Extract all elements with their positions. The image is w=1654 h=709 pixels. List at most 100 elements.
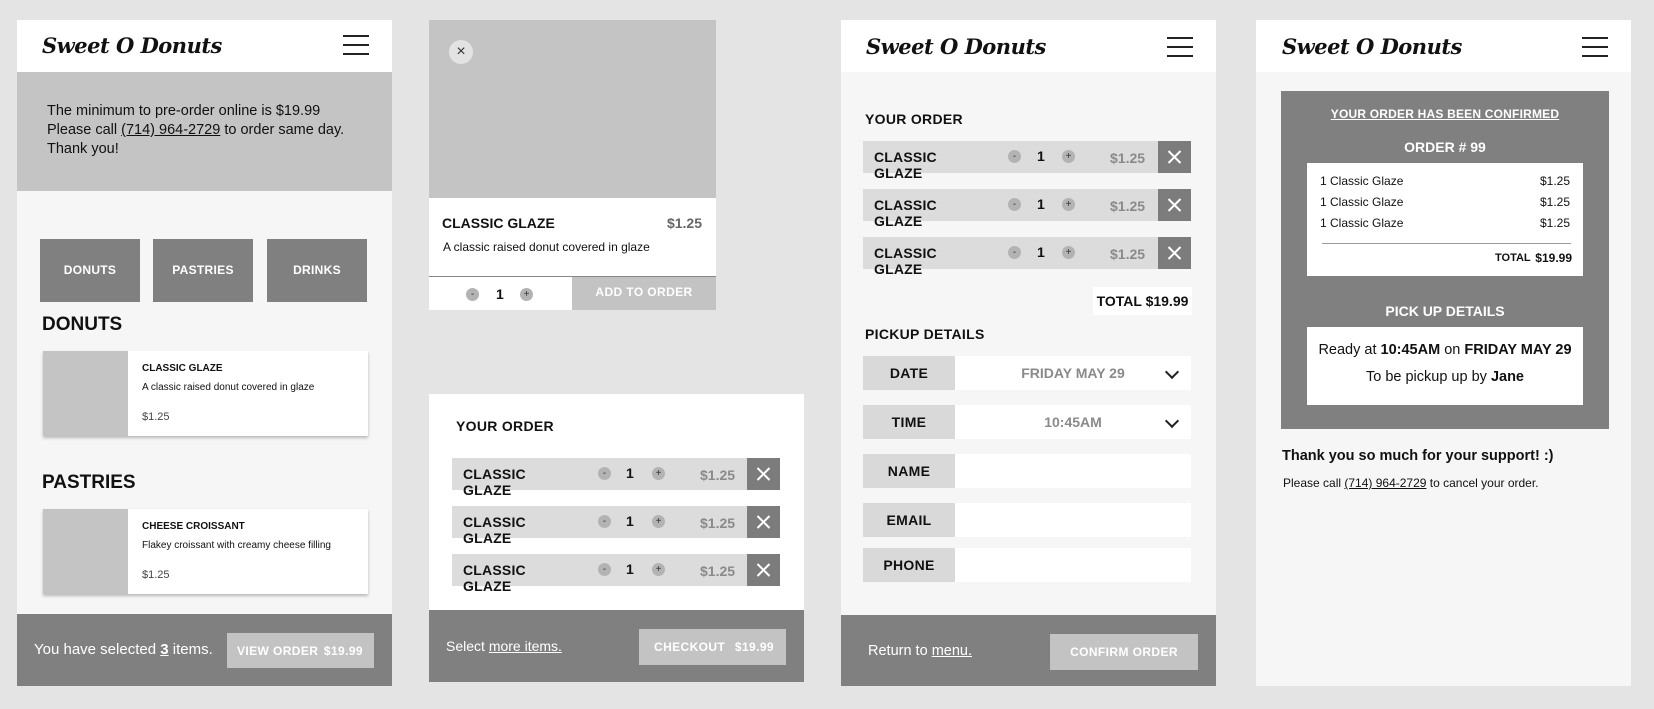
item-image-placeholder: [43, 351, 128, 436]
confirmation-screen: Sweet O Donuts YOUR ORDER HAS BEEN CONFI…: [1256, 20, 1631, 686]
receipt-line-price: $1.25: [1539, 174, 1570, 188]
remove-item-icon[interactable]: [747, 554, 780, 586]
date-value: FRIDAY MAY 29: [1021, 365, 1125, 381]
hamburger-menu-icon[interactable]: [1582, 37, 1608, 57]
increment-button[interactable]: +: [652, 467, 665, 480]
quantity-value: 1: [1037, 196, 1045, 212]
hamburger-menu-icon[interactable]: [343, 35, 369, 55]
section-title-pastries: PASTRIES: [42, 472, 136, 493]
receipt-total-label: TOTAL: [1495, 252, 1531, 264]
quantity-value: 1: [626, 513, 634, 529]
remove-item-icon[interactable]: [1158, 141, 1191, 173]
view-order-total: $19.99: [323, 644, 363, 658]
brand-logo[interactable]: Sweet O Donuts: [866, 34, 1046, 59]
order-item-price: $1.25: [700, 563, 736, 579]
confirm-order-button[interactable]: CONFIRM ORDER: [1050, 634, 1198, 670]
decrement-button[interactable]: -: [1008, 198, 1021, 211]
phone-label: PHONE: [863, 548, 955, 582]
order-item-price: $1.25: [700, 515, 736, 531]
notice-minimum-text: The minimum to pre-order online is $19.9…: [47, 103, 321, 119]
add-to-order-button[interactable]: ADD TO ORDER: [572, 277, 716, 310]
item-price: $1.25: [142, 569, 170, 581]
receipt-line-price: $1.25: [1539, 216, 1570, 230]
cancel-post: to cancel your order.: [1429, 476, 1539, 490]
ready-day: FRIDAY MAY 29: [1464, 342, 1572, 358]
chevron-down-icon: [1164, 413, 1180, 429]
menu-item-card[interactable]: CHEESE CROISSANT Flakey croissant with c…: [43, 509, 368, 594]
category-drinks-button[interactable]: DRINKS: [267, 239, 367, 302]
ready-time: 10:45AM: [1380, 342, 1441, 358]
date-select[interactable]: FRIDAY MAY 29: [955, 356, 1191, 390]
brand-logo[interactable]: Sweet O Donuts: [1282, 34, 1462, 59]
checkout-label: CHECKOUT: [654, 640, 726, 654]
name-field: NAME: [863, 454, 1191, 488]
remove-item-icon[interactable]: [1158, 189, 1191, 221]
remove-item-icon[interactable]: [1158, 237, 1191, 269]
order-item-name: CLASSIC GLAZE: [463, 562, 526, 594]
decrement-button[interactable]: -: [598, 515, 611, 528]
item-name: CLASSIC GLAZE: [142, 363, 223, 374]
receipt-line: 1 Classic Glaze: [1320, 216, 1404, 230]
menu-link[interactable]: menu.: [932, 643, 972, 659]
selection-pre: You have selected: [34, 641, 157, 658]
remove-item-icon[interactable]: [747, 458, 780, 490]
decrement-button[interactable]: -: [466, 288, 479, 301]
selection-post: items.: [172, 641, 213, 658]
more-items-link[interactable]: more items.: [489, 638, 562, 654]
menu-item-card[interactable]: CLASSIC GLAZE A classic raised donut cov…: [43, 351, 368, 436]
name-input[interactable]: [955, 454, 1191, 488]
hamburger-menu-icon[interactable]: [1167, 37, 1193, 57]
order-item-price: $1.25: [1110, 198, 1146, 214]
order-item-name: CLASSIC GLAZE: [463, 514, 526, 546]
selection-count: 3: [160, 641, 169, 658]
decrement-button[interactable]: -: [598, 467, 611, 480]
confirmed-heading: YOUR ORDER HAS BEEN CONFIRMED: [1330, 107, 1560, 121]
receipt-total: $19.99: [1535, 251, 1572, 265]
pickup-by-line: To be pickup up by Jane: [1307, 369, 1583, 385]
phone-field: PHONE: [863, 548, 1191, 582]
decrement-button[interactable]: -: [1008, 150, 1021, 163]
increment-button[interactable]: +: [652, 515, 665, 528]
increment-button[interactable]: +: [1062, 246, 1075, 259]
header: Sweet O Donuts: [1256, 20, 1631, 72]
pickup-by-pre: To be pickup up by: [1365, 369, 1487, 385]
remove-item-icon[interactable]: [747, 506, 780, 538]
selection-summary: You have selected 3 items.: [34, 641, 213, 658]
decrement-button[interactable]: -: [598, 563, 611, 576]
checkout-total: $19.99: [734, 640, 774, 654]
menu-screen: Sweet O Donuts The minimum to pre-order …: [17, 20, 392, 686]
view-order-button[interactable]: VIEW ORDER $19.99: [227, 633, 374, 668]
email-input[interactable]: [955, 503, 1191, 537]
category-pastries-button[interactable]: PASTRIES: [153, 239, 253, 302]
checkout-screen: Sweet O Donuts YOUR ORDER CLASSIC GLAZE …: [841, 20, 1216, 686]
close-icon[interactable]: ×: [449, 40, 473, 64]
notice-thanks-text: Thank you!: [47, 141, 119, 157]
checkout-footer: Return to menu. CONFIRM ORDER: [841, 615, 1216, 686]
category-donuts-button[interactable]: DONUTS: [40, 239, 140, 302]
chevron-down-icon: [1164, 364, 1180, 380]
notice-banner: The minimum to pre-order online is $19.9…: [17, 72, 392, 191]
item-price: $1.25: [142, 411, 170, 423]
order-item-name: CLASSIC GLAZE: [874, 149, 937, 181]
checkout-button[interactable]: CHECKOUT $19.99: [639, 629, 786, 665]
receipt-line-price: $1.25: [1539, 195, 1570, 209]
return-text: Return to menu.: [868, 643, 972, 659]
notice-call-text: Please call (714) 964-2729 to order same…: [47, 121, 362, 140]
increment-button[interactable]: +: [652, 563, 665, 576]
phone-input[interactable]: [955, 548, 1191, 582]
notice-call-post: to order same day.: [224, 122, 345, 138]
brand-logo[interactable]: Sweet O Donuts: [42, 33, 222, 58]
order-item-price: $1.25: [1110, 246, 1146, 262]
increment-button[interactable]: +: [1062, 150, 1075, 163]
increment-button[interactable]: +: [520, 288, 533, 301]
decrement-button[interactable]: -: [1008, 246, 1021, 259]
header: Sweet O Donuts: [17, 20, 392, 72]
increment-button[interactable]: +: [1062, 198, 1075, 211]
phone-link[interactable]: (714) 964-2729: [121, 122, 220, 138]
quantity-value: 1: [626, 465, 634, 481]
cancel-phone-link[interactable]: (714) 964-2729: [1344, 476, 1426, 490]
email-field: EMAIL: [863, 503, 1191, 537]
header: Sweet O Donuts: [841, 20, 1216, 72]
time-value: 10:45AM: [1044, 414, 1102, 430]
time-select[interactable]: 10:45AM: [955, 405, 1191, 439]
